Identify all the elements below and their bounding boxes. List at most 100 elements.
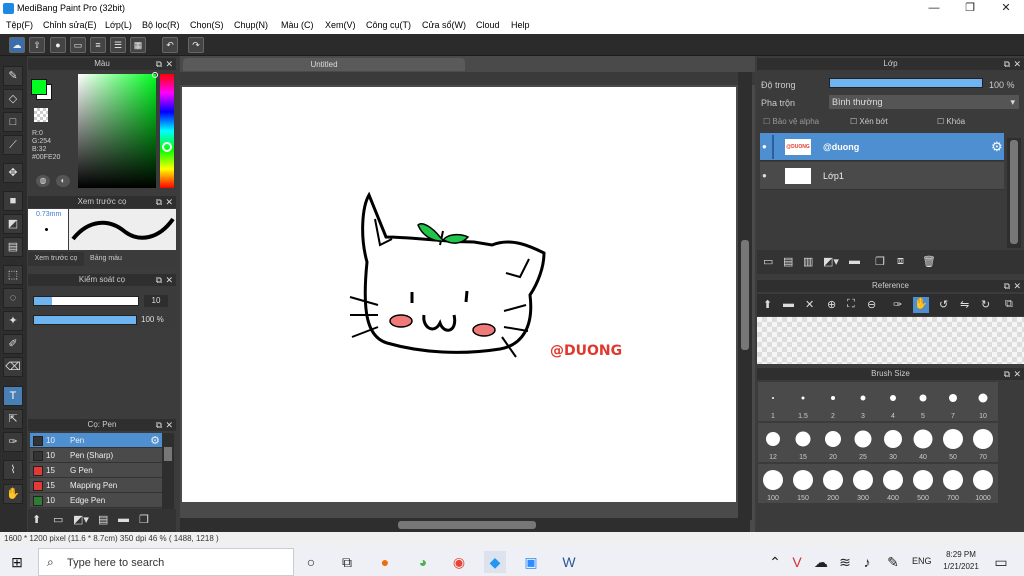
float-icon[interactable]: ⧉ xyxy=(1004,280,1010,292)
float-icon[interactable]: ⧉ xyxy=(156,274,162,286)
brush-size-preset[interactable]: 150 xyxy=(788,464,818,503)
lasso-tool-icon[interactable]: ◌ xyxy=(3,288,23,308)
gear-icon[interactable]: ⚙ xyxy=(991,139,1003,155)
float-icon[interactable]: ⧉ xyxy=(1004,58,1010,70)
brush-row[interactable]: 15 G Pen xyxy=(30,463,162,478)
brush-size-preset[interactable]: 1.5 xyxy=(788,382,818,421)
chevron-up-icon[interactable]: ⌃ xyxy=(764,551,786,573)
volume-icon[interactable]: ♪ xyxy=(856,551,878,573)
palette-icon[interactable]: ◍ xyxy=(36,175,50,187)
flip-icon[interactable]: ⇋ xyxy=(960,298,969,311)
panel-close-icon[interactable]: ✕ xyxy=(165,274,173,286)
close-button[interactable]: ✕ xyxy=(988,0,1024,17)
lock-checkbox[interactable]: ☐ Khóa xyxy=(937,117,965,126)
rotate-right-icon[interactable]: ↻ xyxy=(981,298,990,311)
cloud-sync-icon[interactable]: ☁ xyxy=(810,551,832,573)
delete-layer-icon[interactable]: 🗑 xyxy=(922,255,936,268)
brush-size-preset[interactable]: 20 xyxy=(818,423,848,462)
brush-size-preset[interactable]: 40 xyxy=(908,423,938,462)
brush-row[interactable]: 10 Pen (Sharp) xyxy=(30,448,162,463)
menu-edit[interactable]: Chỉnh sửa(E) xyxy=(43,20,97,30)
float-icon[interactable]: ⧉ xyxy=(156,58,162,70)
undo-icon[interactable]: ↶ xyxy=(162,37,178,53)
share-icon[interactable]: ⇧ xyxy=(29,37,45,53)
wifi-icon[interactable]: ≋ xyxy=(834,551,856,573)
zoom-out-icon[interactable]: ⊖ xyxy=(867,298,876,311)
brush-row[interactable]: 15 Mapping Pen xyxy=(30,478,162,493)
brush-size-preset[interactable]: 3 xyxy=(848,382,878,421)
protect-alpha-checkbox[interactable]: ☐ Bảo vệ alpha xyxy=(763,117,819,126)
document-icon[interactable]: ≡ xyxy=(90,37,106,53)
eyedropper-icon[interactable]: ✑ xyxy=(893,298,902,311)
language-indicator[interactable]: ENG xyxy=(912,556,932,566)
blend-mode-select[interactable]: Bình thường ▾ xyxy=(829,95,1019,109)
float-icon[interactable]: ⧉ xyxy=(156,196,162,208)
layer-opacity-slider[interactable] xyxy=(829,78,983,88)
add-brush-icon[interactable]: ⬆ xyxy=(32,513,41,526)
brush-size-preset[interactable]: 700 xyxy=(938,464,968,503)
duplicate-icon[interactable]: ❐ xyxy=(139,513,149,526)
brush-size-preset[interactable]: 500 xyxy=(908,464,938,503)
task-view-icon[interactable]: ⧉ xyxy=(336,551,358,573)
new-halftone-layer-icon[interactable]: ▤ xyxy=(783,255,793,268)
menu-color[interactable]: Màu (C) xyxy=(281,20,314,30)
clip-checkbox[interactable]: ☐ Xén bớt xyxy=(850,117,888,126)
windows-start-icon[interactable]: ⊞ xyxy=(6,551,28,573)
clock[interactable]: 8:29 PM 1/21/2021 xyxy=(938,549,984,573)
comment-icon[interactable]: ● xyxy=(50,37,66,53)
menu-filter[interactable]: Bộ lọc(R) xyxy=(142,20,180,30)
brush-size-preset[interactable]: 400 xyxy=(878,464,908,503)
brush-size-preset[interactable]: 2 xyxy=(818,382,848,421)
brush-size-preset[interactable]: 12 xyxy=(758,423,788,462)
menu-capture[interactable]: Chụp(N) xyxy=(234,20,268,30)
pen-icon[interactable]: ✎ xyxy=(882,551,904,573)
brush-size-preset[interactable]: 4 xyxy=(878,382,908,421)
menu-tools[interactable]: Công cụ(T) xyxy=(366,20,411,30)
fit-icon[interactable]: ⛶ xyxy=(847,298,855,311)
cloud-icon[interactable]: ☁ xyxy=(9,37,25,53)
line-tool-icon[interactable]: ⟋ xyxy=(3,135,23,155)
brush-size-preset[interactable]: 200 xyxy=(818,464,848,503)
merge-layer-icon[interactable]: ⧈ xyxy=(897,255,904,268)
hand-tool-icon[interactable]: ✋ xyxy=(3,484,23,504)
new-layer-icon[interactable]: ▭ xyxy=(763,255,773,268)
brush-size-preset[interactable]: 70 xyxy=(968,423,998,462)
close-icon[interactable]: ✕ xyxy=(805,298,814,311)
float-icon[interactable]: ⧉ xyxy=(156,419,162,431)
float-icon[interactable]: ⧉ xyxy=(1004,368,1010,380)
zoom-in-icon[interactable]: ⊕ xyxy=(827,298,836,311)
brush-settings-icon[interactable]: ▤ xyxy=(98,513,108,526)
new-8bit-layer-icon[interactable]: ▥ xyxy=(803,255,813,268)
panel-close-icon[interactable]: ✕ xyxy=(1013,368,1021,380)
vertical-scrollbar[interactable] xyxy=(738,72,752,520)
upload-icon[interactable]: ⬆ xyxy=(763,298,772,311)
hue-handle[interactable] xyxy=(162,142,172,152)
opacity-slider[interactable] xyxy=(33,315,137,325)
search-box[interactable]: ⌕ Type here to search xyxy=(38,548,294,576)
tab-brush-preview[interactable]: Xem trước cọ xyxy=(28,252,84,266)
drawing-canvas[interactable]: @DUONG xyxy=(182,87,736,502)
zoom-app-icon[interactable]: ▣ xyxy=(520,551,542,573)
size-value[interactable]: 10 xyxy=(144,295,168,307)
fill-rect-tool-icon[interactable]: ■ xyxy=(3,191,23,211)
panel-close-icon[interactable]: ✕ xyxy=(1013,280,1021,292)
brush-options-icon[interactable]: ◩▾ xyxy=(73,513,89,526)
foreground-color-swatch[interactable] xyxy=(31,79,47,95)
eraser-tool-icon[interactable]: ◇ xyxy=(3,89,23,109)
dropper-tool-icon[interactable]: ⌇ xyxy=(3,460,23,480)
brush-row[interactable]: 10 Pen ⚙ xyxy=(30,433,162,448)
message-icon[interactable]: ▭ xyxy=(70,37,86,53)
folder-icon[interactable]: ▬ xyxy=(849,255,860,267)
firefox-icon[interactable]: ● xyxy=(374,551,396,573)
brush-size-preset[interactable]: 1 xyxy=(758,382,788,421)
layer-row-duong[interactable]: ● @DUONG @duong ⚙ xyxy=(760,133,1004,161)
layers-icon[interactable]: ⧉ xyxy=(1005,298,1013,311)
menu-cloud[interactable]: Cloud xyxy=(476,20,500,30)
antivirus-icon[interactable]: V xyxy=(786,551,808,573)
color-wheel-icon[interactable]: ◐ xyxy=(56,175,70,187)
new-brush-icon[interactable]: ▭ xyxy=(53,513,63,526)
brush-size-preset[interactable]: 7 xyxy=(938,382,968,421)
redo-icon[interactable]: ↷ xyxy=(188,37,204,53)
menu-help[interactable]: Help xyxy=(511,20,530,30)
menu-window[interactable]: Cửa sổ(W) xyxy=(422,20,466,30)
